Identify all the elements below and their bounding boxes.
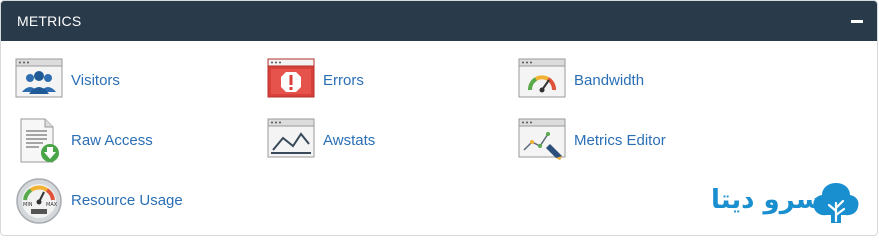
visitors-icon	[15, 58, 63, 102]
brand-logo: سرو دیتا	[709, 181, 865, 225]
awstats-link[interactable]: Awstats	[267, 118, 507, 162]
metrics-editor-label: Metrics Editor	[574, 131, 666, 149]
resource-usage-icon: MIN MAX	[15, 178, 63, 224]
metrics-editor-icon	[518, 118, 566, 162]
bandwidth-icon	[518, 58, 566, 102]
visitors-link[interactable]: Visitors	[15, 58, 255, 102]
gauge-max-text: MAX	[46, 202, 58, 208]
tree-logo-icon	[809, 181, 863, 230]
bandwidth-link[interactable]: Bandwidth	[518, 58, 758, 102]
brand-text: سرو دیتا	[711, 185, 822, 215]
panel-title: METRICS	[17, 13, 82, 29]
resource-usage-link[interactable]: MIN MAX Resource Usage	[15, 178, 255, 224]
awstats-label: Awstats	[323, 131, 376, 149]
raw-access-icon	[15, 118, 63, 163]
errors-icon	[267, 58, 315, 102]
metrics-editor-link[interactable]: Metrics Editor	[518, 118, 758, 162]
errors-link[interactable]: Errors	[267, 58, 507, 102]
collapse-button[interactable]	[849, 13, 865, 29]
bandwidth-label: Bandwidth	[574, 71, 645, 89]
minus-icon	[851, 20, 863, 23]
resource-usage-label: Resource Usage	[71, 191, 183, 209]
visitors-label: Visitors	[71, 71, 120, 89]
raw-access-label: Raw Access	[71, 131, 153, 149]
errors-label: Errors	[323, 71, 364, 89]
gauge-min-text: MIN	[23, 202, 33, 208]
raw-access-link[interactable]: Raw Access	[15, 118, 255, 163]
awstats-icon	[267, 118, 315, 162]
metrics-panel: METRICS Visitors Errors Bandwidth Raw Ac…	[0, 0, 878, 236]
panel-header: METRICS	[1, 1, 877, 41]
